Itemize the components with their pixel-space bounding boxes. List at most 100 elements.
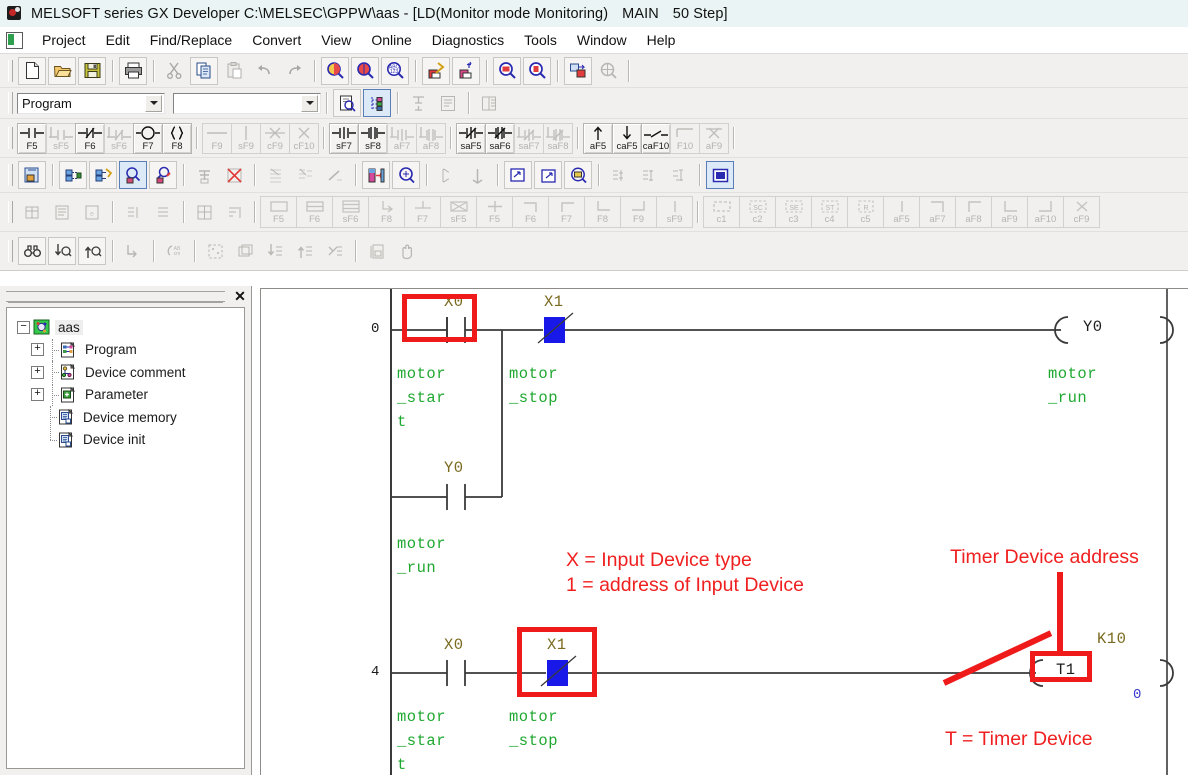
layer-icon[interactable]	[231, 237, 259, 265]
ladder-button-no-contact[interactable]: F5	[17, 122, 47, 154]
toolbar-grip[interactable]	[8, 164, 13, 186]
tree-item-program[interactable]: + Program	[13, 338, 244, 362]
menu-item-window[interactable]: Window	[567, 30, 637, 50]
global-search-icon[interactable]	[594, 57, 622, 85]
ladder-button-no-contact-or[interactable]: sF5	[46, 122, 76, 154]
sfc-button-line-af10[interactable]: aF10	[1027, 196, 1064, 228]
program-check-icon[interactable]	[333, 89, 361, 117]
panel-drag-handle[interactable]	[6, 290, 225, 302]
ladder-button-h-line[interactable]: F9	[202, 122, 232, 154]
menu-item-help[interactable]: Help	[637, 30, 686, 50]
ladder-button-pulse-not-falling[interactable]: saF6	[485, 122, 515, 154]
save-block-icon[interactable]	[362, 237, 390, 265]
find-previous-icon[interactable]	[78, 237, 106, 265]
undo-arrow-icon[interactable]	[250, 57, 278, 85]
ladder-button-compile-x[interactable]: aF9	[699, 122, 729, 154]
toolbar-grip[interactable]	[8, 92, 13, 114]
ladder-button-arrow-down[interactable]: caF5	[612, 122, 642, 154]
select-all-icon[interactable]	[201, 237, 229, 265]
sfc-button-st[interactable]: ST c4	[811, 196, 848, 228]
menu-item-tools[interactable]: Tools	[514, 30, 567, 50]
ladder-button-compile-bar[interactable]: F10	[670, 122, 700, 154]
print-icon[interactable]	[119, 56, 147, 85]
chevron-down-icon[interactable]	[145, 94, 162, 112]
project-tree-icon[interactable]	[363, 89, 391, 117]
block-select[interactable]	[173, 92, 321, 114]
sfc-button-block-start[interactable]: F6	[296, 196, 333, 228]
sfc-step-icon[interactable]	[119, 198, 147, 226]
display-screen-icon[interactable]	[706, 161, 734, 189]
list-view-icon[interactable]	[475, 89, 503, 117]
write-to-plc-icon[interactable]	[422, 56, 450, 85]
open-window-icon[interactable]	[504, 161, 532, 189]
ladder-diagram[interactable]: 0 4 X0 X1 Y0 Y0 motor _star t motor _sto…	[261, 289, 1188, 775]
device-comment-icon[interactable]: AB cm	[160, 237, 188, 265]
sfc-button-del-cf9[interactable]: cF9	[1063, 196, 1100, 228]
cut-link-icon[interactable]	[321, 237, 349, 265]
sfc-button-step[interactable]: F5	[260, 196, 297, 228]
sfc-grid-icon[interactable]	[190, 198, 218, 226]
expand-toggle-icon[interactable]: +	[31, 365, 44, 379]
chevron-down-icon[interactable]	[301, 94, 318, 112]
ladder-compare-icon[interactable]	[434, 89, 462, 117]
step-run-icon[interactable]	[261, 161, 289, 189]
toolbar-grip[interactable]	[8, 59, 13, 82]
menu-item-online[interactable]: Online	[361, 30, 421, 50]
clear-all-device-icon[interactable]	[463, 161, 491, 189]
device-batch-monitor-icon[interactable]	[59, 161, 87, 189]
ladder-button-coil[interactable]: F7	[133, 122, 163, 154]
menu-item-find-replace[interactable]: Find/Replace	[140, 30, 243, 50]
sfc-button-sc[interactable]: SC c2	[739, 196, 776, 228]
jump-icon[interactable]	[119, 237, 147, 265]
find-binoculars-icon[interactable]	[18, 237, 46, 265]
zoom-in-icon[interactable]	[493, 56, 521, 85]
sfc-button-r[interactable]: R c5	[847, 196, 884, 228]
tree-item-device-init[interactable]: Device init	[13, 428, 244, 452]
sfc-block-icon[interactable]	[18, 198, 46, 226]
expand-toggle-icon[interactable]: +	[31, 388, 44, 402]
sfc-program-icon[interactable]	[48, 198, 76, 226]
ladder-button-nc-contact[interactable]: F6	[75, 122, 105, 154]
sfc-button-selection-div[interactable]: F5	[476, 196, 513, 228]
entry-data-monitor-icon[interactable]	[89, 161, 117, 189]
menu-item-edit[interactable]: Edit	[96, 30, 140, 50]
find-device-icon[interactable]	[321, 56, 349, 85]
ladder-button-delete-h-line[interactable]: cF9	[260, 122, 290, 154]
program-select[interactable]: Program	[17, 92, 165, 114]
skip-run-icon[interactable]	[321, 161, 349, 189]
copy-icon[interactable]	[190, 56, 218, 85]
sfc-button-line-af8[interactable]: aF8	[955, 196, 992, 228]
ladder-button-falling-pulse[interactable]: sF8	[358, 122, 388, 154]
tree-item-parameter[interactable]: + Parameter	[13, 383, 244, 407]
sfc-button-line-af5[interactable]: aF5	[883, 196, 920, 228]
program-copy-icon[interactable]	[18, 161, 46, 189]
find-instruction-icon[interactable]	[351, 56, 379, 85]
collapse-toggle-icon[interactable]: −	[17, 320, 30, 334]
ladder-button-arrow-up[interactable]: aF5	[583, 122, 613, 154]
sfc-button-parallel-div[interactable]: F7	[548, 196, 585, 228]
sfc-button-jump[interactable]: F8	[368, 196, 405, 228]
cut-scissors-icon[interactable]	[160, 57, 188, 85]
ladder-merge-icon[interactable]	[404, 89, 432, 117]
ladder-button-application-instruction[interactable]: F8	[162, 122, 192, 154]
tree-item-device-comment[interactable]: + Device comment	[13, 361, 244, 384]
device-test-icon[interactable]	[362, 161, 390, 189]
new-icon[interactable]	[18, 56, 46, 85]
sfc-button-c1[interactable]: c1	[703, 196, 740, 228]
search-device-icon[interactable]	[392, 161, 420, 189]
find-next-icon[interactable]	[48, 237, 76, 265]
move-up-icon[interactable]	[291, 237, 319, 265]
menu-item-view[interactable]: View	[311, 30, 361, 50]
menu-item-convert[interactable]: Convert	[242, 30, 311, 50]
sfc-button-vertical-2[interactable]: sF9	[656, 196, 693, 228]
ladder-button-invert-operation[interactable]: caF10	[641, 122, 671, 154]
sfc-button-end[interactable]: F7	[404, 196, 441, 228]
remote-operation-icon[interactable]	[564, 161, 592, 189]
sfc-sort-icon[interactable]	[220, 198, 248, 226]
monitor-start-icon[interactable]	[452, 56, 480, 85]
save-disk-icon[interactable]	[78, 56, 106, 85]
close-icon[interactable]: ✕	[231, 288, 249, 304]
hand-tool-icon[interactable]	[392, 237, 420, 265]
ladder-button-pulse-not-rising[interactable]: saF5	[456, 122, 486, 154]
toolbar-grip[interactable]	[8, 240, 13, 262]
